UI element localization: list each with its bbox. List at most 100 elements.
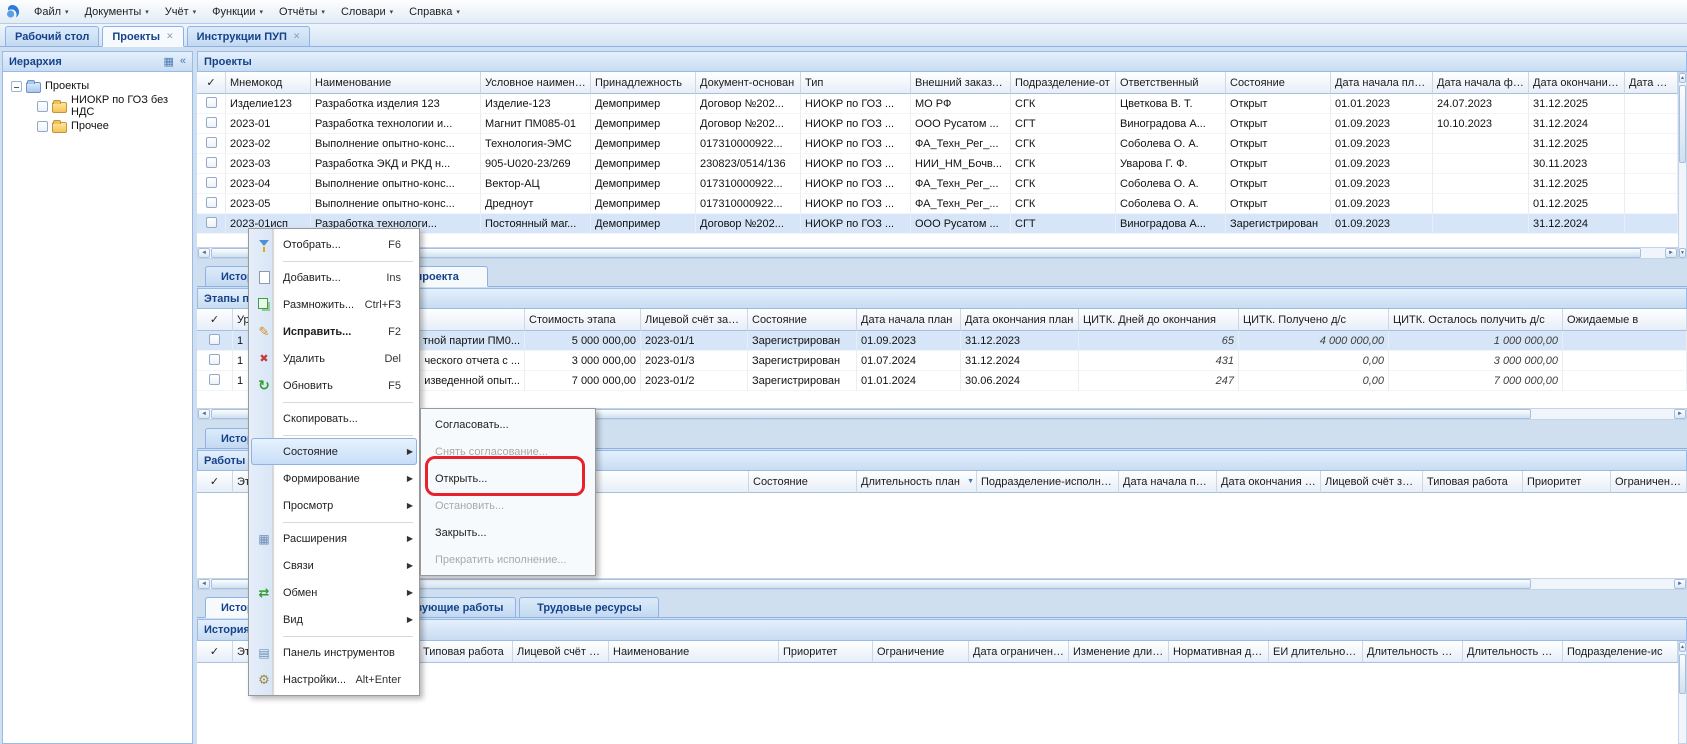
menubar-item[interactable]: Документы▾	[77, 3, 157, 21]
column-header[interactable]: Типовая работа	[419, 641, 513, 663]
table-row[interactable]: 1изведенной опыт...7 000 000,002023-01/2…	[197, 371, 1687, 391]
tab-close-icon[interactable]: ✕	[293, 31, 301, 42]
column-header[interactable]: Нормативная длит	[1169, 641, 1269, 663]
column-header[interactable]: Приоритет	[779, 641, 873, 663]
scroll-up-icon[interactable]: ▲	[1679, 73, 1686, 83]
works-horizontal-scrollbar[interactable]: ◄ ►	[197, 578, 1687, 590]
row-checkbox[interactable]	[206, 217, 217, 228]
menu-item[interactable]: ОбновитьF5	[251, 372, 417, 399]
menu-item[interactable]: Исправить...F2	[251, 318, 417, 345]
menubar-item[interactable]: Учёт▾	[157, 3, 204, 21]
scroll-thumb[interactable]	[211, 248, 1641, 258]
menu-item[interactable]: Закрыть...	[423, 519, 593, 546]
tab[interactable]: Трудовые ресурсы	[519, 597, 659, 618]
tab[interactable]: Проекты✕	[102, 26, 183, 47]
menu-item[interactable]: Просмотр▶	[251, 492, 417, 519]
menu-item[interactable]: Обмен▶	[251, 579, 417, 606]
column-header[interactable]: Стоимость этапа	[525, 309, 641, 331]
scroll-left-icon[interactable]: ◄	[198, 248, 210, 258]
column-header[interactable]: Ответственный	[1116, 72, 1226, 94]
column-header[interactable]: Состояние	[1226, 72, 1331, 94]
column-header[interactable]: Дата начала план.	[1119, 471, 1217, 493]
row-checkbox[interactable]	[206, 97, 217, 108]
column-header[interactable]: Состояние	[748, 309, 857, 331]
table-row[interactable]: 2023-03Разработка ЭКД и РКД н...905-U020…	[197, 154, 1678, 174]
column-header[interactable]: ЦИТК. Получено д/с	[1239, 309, 1389, 331]
column-header[interactable]: Подразделение-исполнитель	[977, 471, 1119, 493]
bottom-vertical-scrollbar[interactable]: ▲	[1678, 641, 1687, 744]
menubar-item[interactable]: Отчёты▾	[271, 3, 333, 21]
column-header[interactable]: Документ-основан	[696, 72, 801, 94]
tab-close-icon[interactable]: ✕	[166, 31, 174, 42]
tree-item[interactable]: Проекты	[3, 76, 192, 96]
row-checkbox[interactable]	[209, 334, 220, 345]
menu-item[interactable]: Расширения▶	[251, 525, 417, 552]
column-header[interactable]: Подразделение-от	[1011, 72, 1116, 94]
column-header[interactable]: Лицевой счёт затрат	[641, 309, 748, 331]
column-header[interactable]: Внешний заказчик	[911, 72, 1011, 94]
scroll-left-icon[interactable]: ◄	[198, 409, 210, 419]
column-header[interactable]: Тип	[801, 72, 911, 94]
row-checkbox[interactable]	[206, 137, 217, 148]
column-header[interactable]: Дата окончания план	[1217, 471, 1321, 493]
row-checkbox[interactable]	[206, 177, 217, 188]
menu-item[interactable]: Размножить...Ctrl+F3	[251, 291, 417, 318]
column-header[interactable]: Изменение длител	[1069, 641, 1169, 663]
menubar-item[interactable]: Справка▾	[401, 3, 468, 21]
scroll-right-icon[interactable]: ►	[1665, 248, 1677, 258]
column-header[interactable]: Условное наименова	[481, 72, 591, 94]
tree-item[interactable]: НИОКР по ГОЗ без НДС	[3, 96, 192, 116]
tree-expander-icon[interactable]	[11, 81, 22, 92]
column-header[interactable]: Ожидаемые в	[1563, 309, 1687, 331]
column-header[interactable]: Приоритет	[1523, 471, 1611, 493]
column-header[interactable]: Мнемокод	[226, 72, 311, 94]
column-header[interactable]: ЦИТК. Дней до окончания	[1079, 309, 1239, 331]
column-header[interactable]: Принадлежность	[591, 72, 696, 94]
menu-item[interactable]: Настройки...Alt+Enter	[251, 666, 417, 693]
scroll-right-icon[interactable]: ►	[1674, 409, 1686, 419]
menu-item[interactable]: Отобрать...F6	[251, 231, 417, 258]
column-header[interactable]: Лицевой счёт затр	[1321, 471, 1423, 493]
menu-item[interactable]: Состояние▶	[251, 438, 417, 465]
menu-item[interactable]: Добавить...Ins	[251, 264, 417, 291]
column-header[interactable]: Дата окончания план	[961, 309, 1079, 331]
column-header[interactable]: Длительность пла	[1363, 641, 1463, 663]
table-row[interactable]: 1тной партии ПМ0...5 000 000,002023-01/1…	[197, 331, 1687, 351]
column-header[interactable]: Ограничение	[873, 641, 969, 663]
column-header[interactable]: Состояние	[749, 471, 857, 493]
menu-item[interactable]: Согласовать...	[423, 411, 593, 438]
scroll-thumb[interactable]	[1679, 654, 1686, 694]
row-checkbox[interactable]	[206, 117, 217, 128]
row-checkbox[interactable]	[209, 354, 220, 365]
menubar-item[interactable]: Словари▾	[333, 3, 401, 21]
column-header[interactable]: Дата начала план	[857, 309, 961, 331]
menu-item[interactable]: УдалитьDel	[251, 345, 417, 372]
column-header[interactable]: Типовая работа	[1423, 471, 1523, 493]
menu-item[interactable]: Связи▶	[251, 552, 417, 579]
column-header[interactable]: Наименование	[311, 72, 481, 94]
table-row[interactable]: 1ческого отчета с ...3 000 000,002023-01…	[197, 351, 1687, 371]
column-header[interactable]: Дата окончания пл	[1529, 72, 1625, 94]
menubar-item[interactable]: Функции▾	[204, 3, 271, 21]
row-checkbox[interactable]	[206, 157, 217, 168]
menu-item[interactable]: Открыть...	[423, 465, 593, 492]
scroll-left-icon[interactable]: ◄	[198, 579, 210, 589]
column-header[interactable]: Дата ограничения	[969, 641, 1069, 663]
table-row[interactable]: 2023-05Выполнение опытно-конс...Дредноут…	[197, 194, 1678, 214]
scroll-thumb[interactable]	[1679, 85, 1686, 163]
column-header[interactable]: ЕИ длительности	[1269, 641, 1363, 663]
select-all-header[interactable]: ✓	[197, 641, 233, 663]
tree-checkbox[interactable]	[37, 101, 48, 112]
column-header[interactable]: Дата начала план.	[1331, 72, 1433, 94]
table-row[interactable]: 2023-01Разработка технологии и...Магнит …	[197, 114, 1678, 134]
hierarchy-views-icon[interactable]: ▦	[163, 55, 173, 68]
scroll-down-icon[interactable]: ▼	[1679, 248, 1686, 258]
column-header[interactable]: Ограничение	[1611, 471, 1687, 493]
menu-item[interactable]: Панель инструментов	[251, 639, 417, 666]
tab[interactable]: Инструкции ПУП✕	[187, 26, 311, 47]
row-checkbox[interactable]	[206, 197, 217, 208]
tree-checkbox[interactable]	[37, 121, 48, 132]
projects-vertical-scrollbar[interactable]: ▲ ▼	[1678, 72, 1687, 259]
hierarchy-collapse-icon[interactable]: «	[180, 55, 186, 68]
select-all-header[interactable]: ✓	[197, 471, 233, 493]
